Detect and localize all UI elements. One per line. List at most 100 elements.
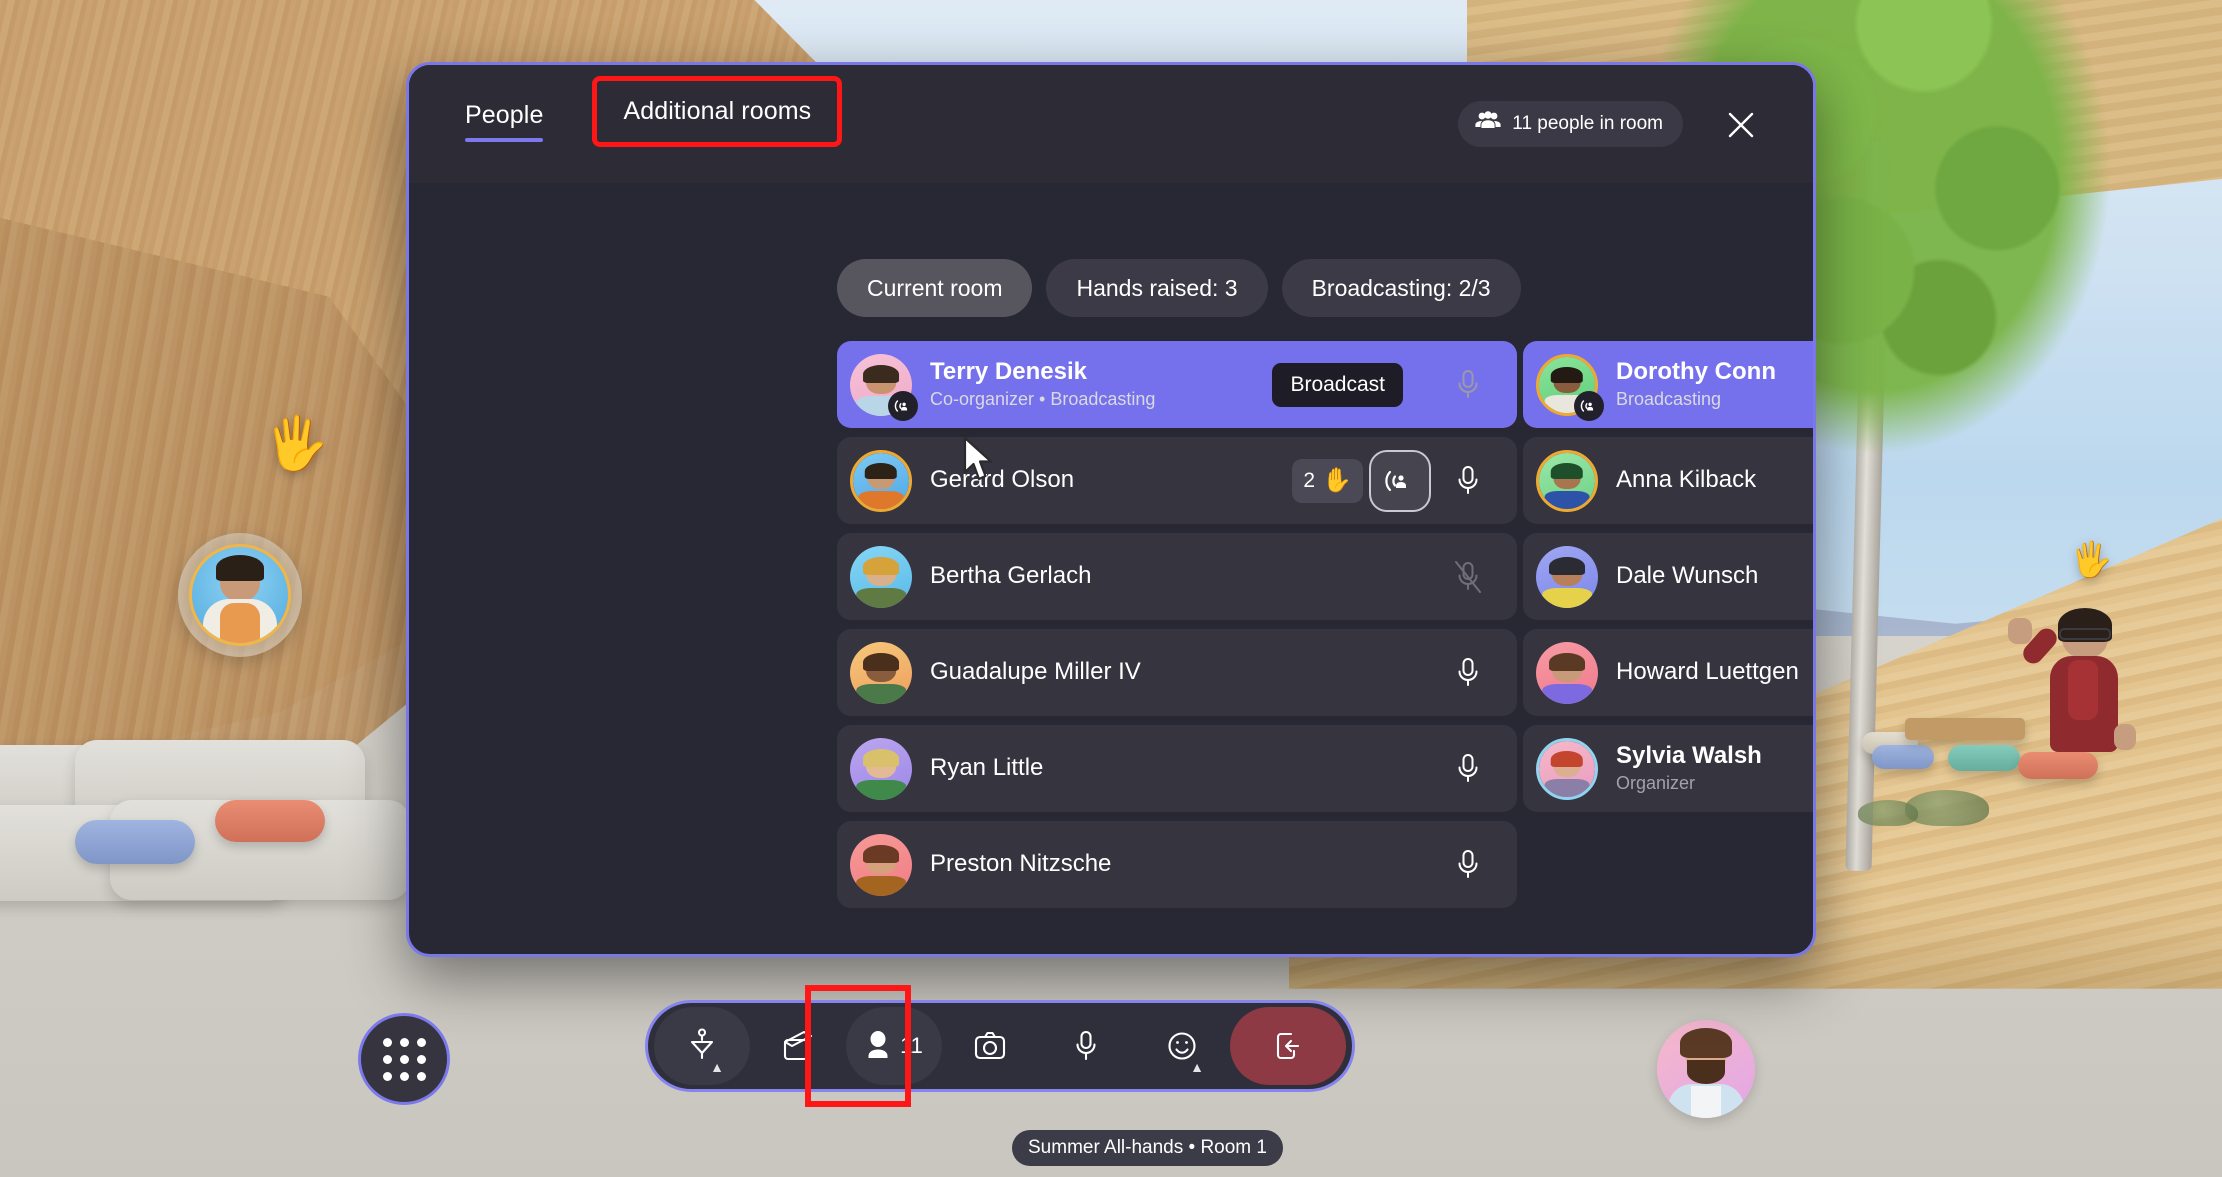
roster-avatar: [1536, 353, 1604, 421]
app-grid-dots: [382, 1037, 426, 1081]
stage-view-button[interactable]: ▲: [654, 1007, 750, 1085]
close-icon[interactable]: [1717, 101, 1765, 149]
panel-header: People Additional rooms 11 people in roo…: [409, 65, 1813, 183]
broadcast-badge-icon: [1574, 390, 1604, 421]
roster-name-block: Anna Kilback: [1616, 466, 1813, 494]
mic-icon[interactable]: [1437, 354, 1499, 416]
roster-avatar: [1536, 449, 1598, 512]
microphone-button[interactable]: [1038, 1007, 1134, 1085]
whiteboard-button[interactable]: [750, 1007, 846, 1085]
tab-additional-rooms-label: Additional rooms: [623, 97, 812, 125]
roster-name-block: Preston Nitzsche: [930, 850, 1437, 878]
shrub: [1905, 790, 1989, 826]
roster-row-actions: [1437, 738, 1499, 800]
people-button[interactable]: 11: [846, 1007, 942, 1085]
cushion: [1872, 745, 1934, 769]
roster-avatar: [850, 641, 912, 704]
roster-person-name: Dale Wunsch: [1616, 562, 1759, 590]
chip-hands-raised[interactable]: Hands raised: 3: [1046, 259, 1268, 317]
meeting-toolbar: ▲ 11 ▲: [645, 1000, 1355, 1092]
tab-additional-rooms[interactable]: Additional rooms: [592, 76, 843, 147]
chip-current-room[interactable]: Current room: [837, 259, 1033, 317]
roster-person-subtitle: Co-organizer • Broadcasting: [930, 389, 1156, 410]
people-button-count: 11: [900, 1033, 923, 1058]
roster-person-name: Bertha Gerlach: [930, 562, 1092, 590]
roster-row[interactable]: Anna Kilback3 ✋: [1523, 437, 1813, 524]
app-grid-icon[interactable]: [358, 1013, 450, 1105]
chevron-up-icon[interactable]: ▲: [1190, 1059, 1204, 1075]
low-table: [1905, 718, 2025, 740]
emoji-button[interactable]: ▲: [1134, 1007, 1230, 1085]
tab-people-label: People: [465, 101, 544, 129]
roster-avatar: [1536, 641, 1598, 704]
tab-people[interactable]: People: [443, 87, 565, 142]
avatar-bubble-self: [1657, 1020, 1755, 1118]
people-in-room-badge: 11 people in room: [1458, 101, 1683, 147]
raised-hand-icon: ✋: [1322, 466, 1352, 494]
tab-active-underline: [465, 138, 544, 142]
raised-hand-emoji: 🖐: [264, 415, 329, 473]
roster-row[interactable]: Ryan Little: [837, 725, 1517, 812]
roster-name-block: Dorothy Conn Broadcasting: [1616, 358, 1813, 411]
leave-button[interactable]: [1230, 1007, 1346, 1085]
roster-row-actions: [1437, 834, 1499, 896]
chip-broadcasting[interactable]: Broadcasting: 2/3: [1281, 259, 1521, 317]
cushion: [215, 800, 325, 842]
roster-avatar: [850, 833, 912, 896]
roster-row[interactable]: Bertha Gerlach: [837, 533, 1517, 620]
people-roster-panel: People Additional rooms 11 people in roo…: [406, 62, 1816, 957]
mic-icon[interactable]: [1437, 834, 1499, 896]
mic-icon[interactable]: [1437, 738, 1499, 800]
roster-name-block: Dale Wunsch: [1616, 562, 1813, 590]
people-in-room-label: 11 people in room: [1512, 113, 1663, 134]
raised-hand-emoji: 🖐: [2070, 541, 2113, 579]
roster-row-actions: 2 ✋: [1292, 449, 1499, 512]
roster-row[interactable]: Guadalupe Miller IV: [837, 629, 1517, 716]
roster-avatar: [850, 449, 912, 512]
roster-filter-chips: Current room Hands raised: 3 Broadcastin…: [837, 259, 1521, 317]
mic-icon[interactable]: [1437, 642, 1499, 704]
roster-row[interactable]: Terry Denesik Co-organizer • Broadcasting…: [837, 341, 1517, 428]
mic-muted-icon[interactable]: [1437, 546, 1499, 608]
avatar-bubble-left: [178, 533, 302, 657]
roster-name-block: Bertha Gerlach: [930, 562, 1437, 590]
chip-broadcasting-label: Broadcasting: 2/3: [1311, 274, 1491, 301]
chevron-up-icon[interactable]: ▲: [710, 1059, 724, 1075]
mic-icon[interactable]: [1437, 450, 1499, 512]
roster-row[interactable]: Sylvia Walsh Organizer: [1523, 725, 1813, 812]
roster-name-block: Terry Denesik Co-organizer • Broadcasting: [930, 358, 1272, 411]
roster-avatar: [850, 737, 912, 800]
panel-tabs: People Additional rooms: [443, 76, 843, 147]
roster-list: Terry Denesik Co-organizer • Broadcasting…: [837, 341, 1813, 908]
roster-avatar: [850, 353, 918, 421]
roster-row-actions: [1437, 546, 1499, 608]
roster-avatar: [1536, 545, 1598, 608]
roster-person-name: Anna Kilback: [1616, 466, 1757, 494]
roster-name-block: Ryan Little: [930, 754, 1437, 782]
chip-current-room-label: Current room: [867, 274, 1003, 301]
hand-raised-order: 2: [1303, 468, 1316, 492]
avatar-waving-right: [2008, 608, 2136, 762]
roster-row[interactable]: Preston Nitzsche: [837, 821, 1517, 908]
roster-person-name: Terry Denesik: [930, 358, 1087, 386]
roster-person-subtitle: Broadcasting: [1616, 389, 1722, 410]
roster-name-block: Sylvia Walsh Organizer: [1616, 742, 1813, 795]
roster-avatar: [1536, 737, 1598, 800]
roster-person-name: Gerard Olson: [930, 466, 1075, 494]
roster-name-block: Howard Luettgen: [1616, 658, 1813, 686]
roster-row-actions: [1437, 642, 1499, 704]
start-broadcast-icon[interactable]: [1369, 449, 1431, 512]
roster-row[interactable]: Gerard Olson 2 ✋: [837, 437, 1517, 524]
broadcast-tag[interactable]: Broadcast: [1272, 362, 1403, 407]
roster-row[interactable]: Howard Luettgen: [1523, 629, 1813, 716]
roster-name-block: Gerard Olson: [930, 466, 1292, 494]
roster-row[interactable]: Dale Wunsch: [1523, 533, 1813, 620]
camera-button[interactable]: [942, 1007, 1038, 1085]
chip-hands-raised-label: Hands raised: 3: [1076, 274, 1238, 301]
roster-person-subtitle: Organizer: [1616, 773, 1696, 794]
roster-person-name: Ryan Little: [930, 754, 1044, 782]
hand-raised-order-pill[interactable]: 2 ✋: [1292, 458, 1363, 503]
roster-person-name: Preston Nitzsche: [930, 850, 1112, 878]
shrub: [1858, 800, 1918, 826]
roster-row[interactable]: Dorothy ConnBroadcasting1 ✋: [1523, 341, 1813, 428]
